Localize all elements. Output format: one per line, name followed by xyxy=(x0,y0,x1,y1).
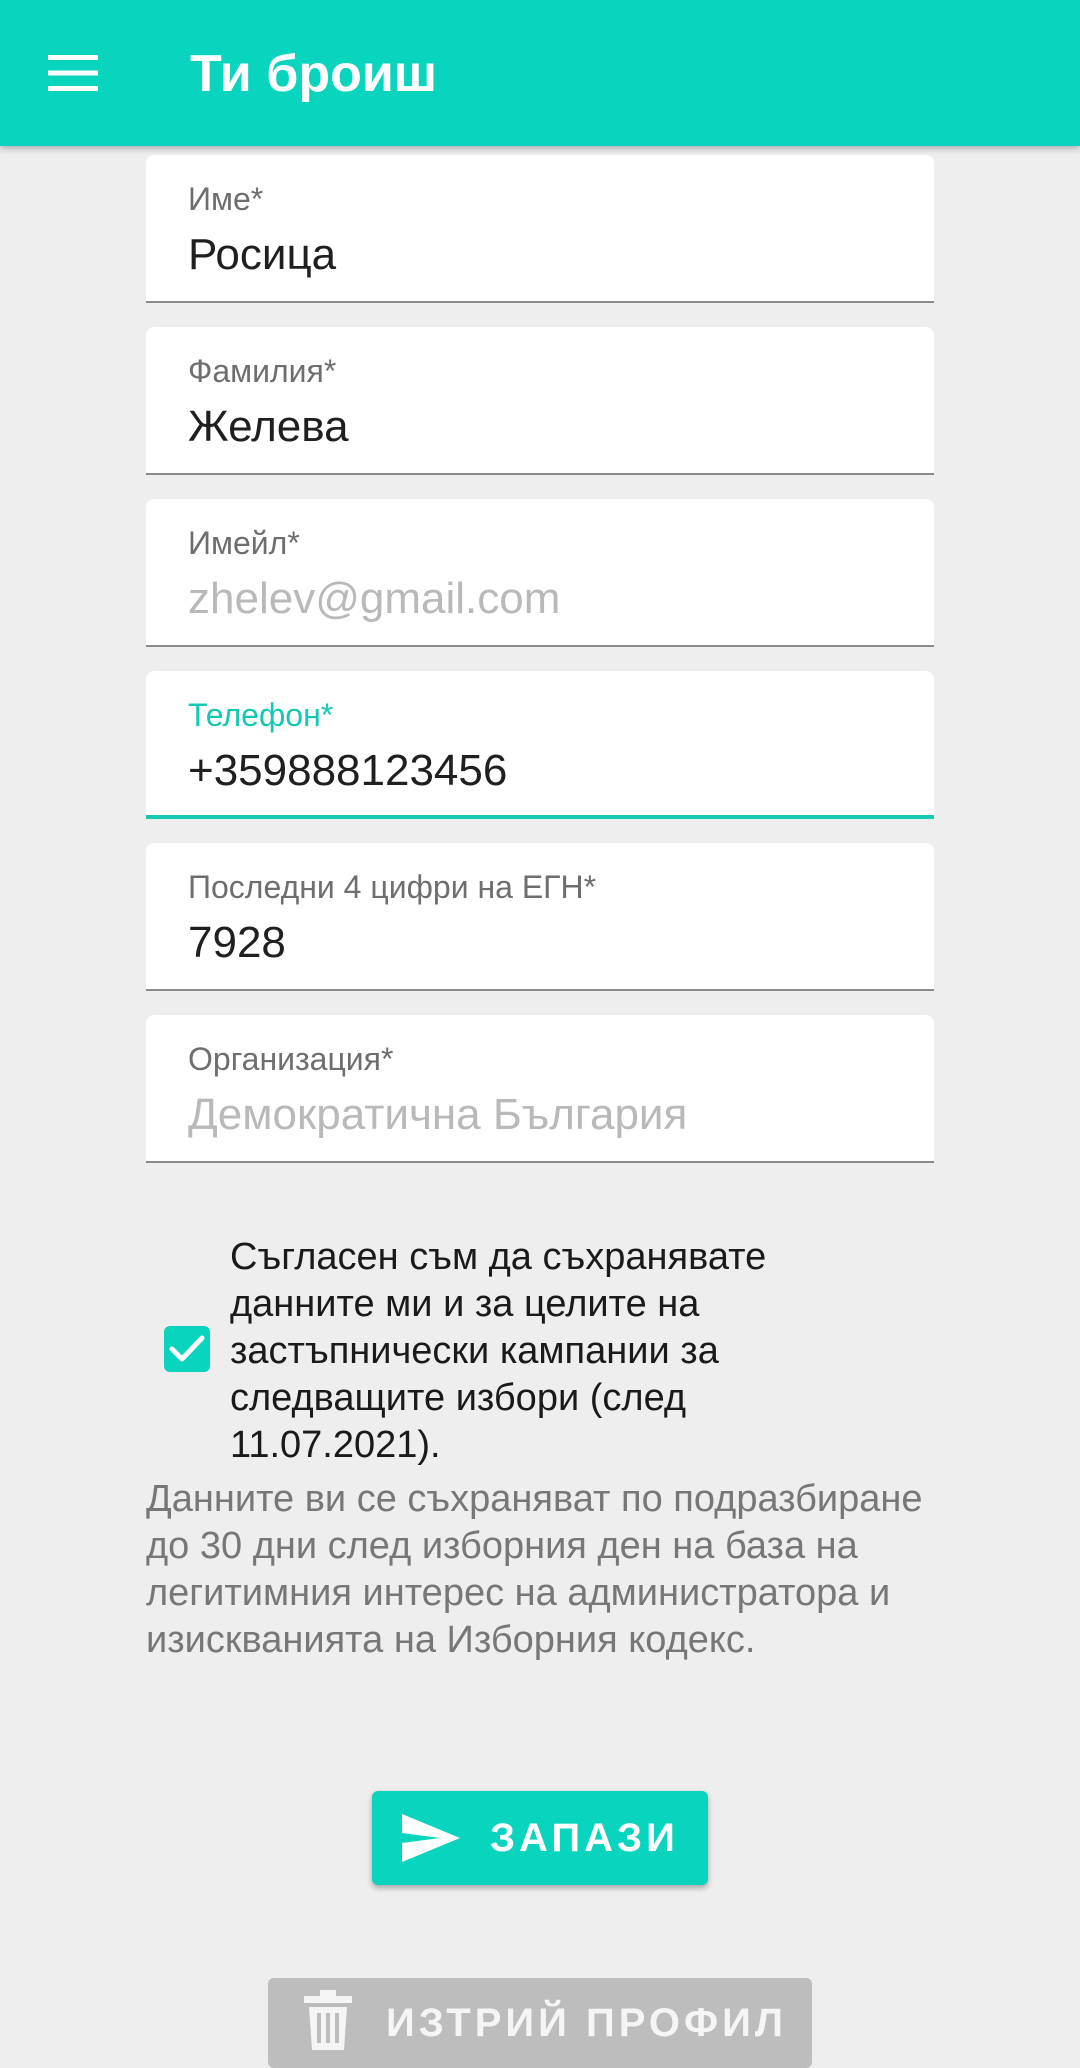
consent-text: Съгласен съм да съхранявате данните ми и… xyxy=(230,1236,767,1466)
consent-checkbox[interactable] xyxy=(164,1326,210,1372)
last-name-label: Фамилия* xyxy=(188,353,337,389)
save-button[interactable]: ЗАПАЗИ xyxy=(372,1791,708,1885)
delete-profile-button[interactable]: ИЗТРИЙ ПРОФИЛ xyxy=(268,1978,812,2068)
last-name-field[interactable]: Фамилия* Желева xyxy=(146,327,934,475)
trash-icon xyxy=(304,1990,352,2050)
check-icon xyxy=(169,1335,205,1362)
organization-value: Демократична България xyxy=(188,1090,688,1139)
send-icon xyxy=(402,1814,460,1862)
menu-button[interactable] xyxy=(40,40,106,106)
email-label: Имейл* xyxy=(188,525,300,561)
organization-label: Организация* xyxy=(188,1041,394,1077)
organization-field: Организация* Демократична България xyxy=(146,1015,934,1163)
app-bar: Ти броиш xyxy=(0,0,1080,146)
save-button-label: ЗАПАЗИ xyxy=(490,1816,679,1860)
first-name-label: Име* xyxy=(188,181,264,217)
phone-value[interactable]: +359888123456 xyxy=(188,743,507,799)
phone-field[interactable]: Телефон* +359888123456 xyxy=(146,671,934,819)
data-retention-note: Данните ви се съхраняват по подразбиране… xyxy=(146,1478,923,1661)
phone-label: Телефон* xyxy=(188,697,334,733)
menu-icon xyxy=(48,55,98,91)
egn-digits-label: Последни 4 цифри на ЕГН* xyxy=(188,869,597,905)
first-name-field[interactable]: Име* Росица xyxy=(146,155,934,303)
email-value: zhelev@gmail.com xyxy=(188,574,561,623)
egn-digits-field[interactable]: Последни 4 цифри на ЕГН* 7928 xyxy=(146,843,934,991)
email-field: Имейл* zhelev@gmail.com xyxy=(146,499,934,647)
first-name-value[interactable]: Росица xyxy=(188,227,336,283)
egn-digits-value[interactable]: 7928 xyxy=(188,915,286,971)
last-name-value[interactable]: Желева xyxy=(188,399,349,455)
delete-profile-label: ИЗТРИЙ ПРОФИЛ xyxy=(386,2001,787,2045)
app-title: Ти броиш xyxy=(190,45,438,103)
